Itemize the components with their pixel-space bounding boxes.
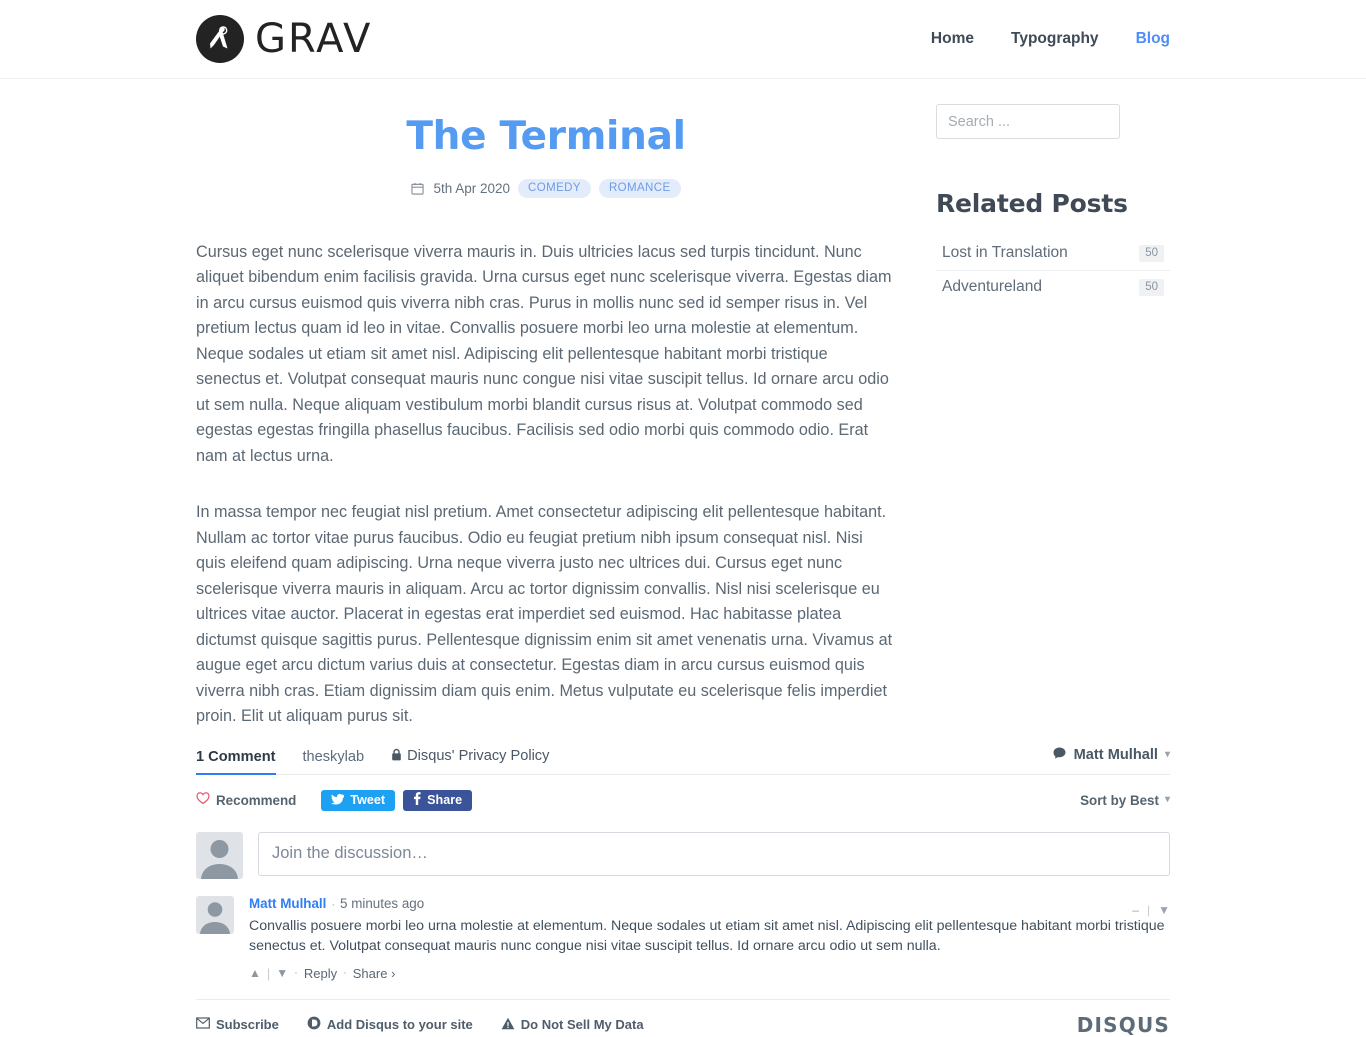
disqus-topbar: 1 Comment theskylab Disqus' Privacy Poli… [196,746,1170,775]
tweet-button[interactable]: Tweet [321,789,396,811]
disqus-footer-links: Subscribe Add Disqus to your site Do Not… [196,1016,644,1033]
brand-wordmark: GRAV [255,16,373,62]
disqus-action-bar: Recommend Tweet Share Sort by Best ▾ [196,789,1170,811]
post-paragraph: Cursus eget nunc scelerisque viverra mau… [196,242,892,465]
sort-dropdown[interactable]: Sort by Best ▾ [1080,793,1170,808]
related-post-count: 50 [1139,244,1164,262]
search-input[interactable] [936,104,1120,139]
related-post-link[interactable]: Lost in Translation [942,244,1068,262]
related-posts-heading: Related Posts [936,189,1128,218]
page-layout: The Terminal 5th Apr 2020 COMEDY ROMANCE… [0,79,1366,730]
lock-icon [391,748,402,765]
comment-reply-button[interactable]: Reply [304,966,337,981]
nav-item-home[interactable]: Home [931,30,974,48]
chevron-up-icon[interactable]: ▲ [249,966,261,980]
page-title: The Terminal [406,114,686,159]
site-header: GRAV Home Typography Blog [0,0,1366,79]
comment-author[interactable]: Matt Mulhall [249,896,326,911]
chevron-down-icon: ▾ [1164,749,1170,761]
comment-separator: · [343,967,347,980]
comment-share-button[interactable]: Share › [353,966,396,981]
subscribe-label: Subscribe [216,1017,279,1033]
disqus-logo: DISQUS [1076,1012,1170,1037]
disqus-privacy-policy-link[interactable]: Disqus' Privacy Policy [391,748,549,765]
post-meta: 5th Apr 2020 COMEDY ROMANCE [196,178,896,198]
post-date: 5th Apr 2020 [433,180,511,196]
comment-separator: · [331,898,336,911]
related-post-link[interactable]: Adventureland [942,278,1042,296]
minus-icon[interactable]: – [1132,903,1139,917]
recommend-button[interactable]: Recommend [196,792,296,808]
comment-text: Convallis posuere morbi leo urna molesti… [249,917,1165,955]
disqus-current-user[interactable]: Matt Mulhall ▾ [1052,746,1170,765]
disqus-footer: Subscribe Add Disqus to your site Do Not… [196,998,1170,1037]
disqus-share-buttons: Tweet Share [321,789,473,811]
tool-divider: | [266,965,271,981]
facebook-share-label: Share [427,793,463,808]
do-not-sell-button[interactable]: Do Not Sell My Data [501,1017,644,1033]
sort-label: Sort by Best [1080,792,1159,808]
comment-input[interactable] [258,831,1170,876]
facebook-f-icon [413,792,421,808]
comment-bubble-icon [1052,746,1067,765]
list-item[interactable]: Lost in Translation 50 [936,237,1170,271]
calendar-icon [411,182,425,195]
tweet-label: Tweet [350,793,386,808]
disqus-forum-name[interactable]: theskylab [302,749,364,765]
disqus-d-icon [307,1016,321,1033]
grav-compass-logo-icon [196,15,244,63]
add-disqus-button[interactable]: Add Disqus to your site [307,1016,473,1033]
comment-timestamp[interactable]: 5 minutes ago [340,896,424,911]
tab-comment-count[interactable]: 1 Comment [196,749,275,765]
facebook-share-button[interactable]: Share [403,789,473,811]
comment-header: Matt Mulhall · 5 minutes ago [249,896,1170,911]
twitter-bird-icon [331,793,345,808]
tool-divider: | [1146,902,1151,917]
related-post-count: 50 [1139,278,1164,296]
comment-separator: · [294,967,298,980]
disqus-action-left: Recommend Tweet Share [196,789,473,811]
disqus-thread: 1 Comment theskylab Disqus' Privacy Poli… [196,730,1170,1037]
disqus-privacy-policy-label: Disqus' Privacy Policy [407,748,550,765]
warning-triangle-icon [501,1017,515,1033]
post-paragraph: In massa tempor nec feugiat nisl pretium… [196,503,893,726]
sidebar: Related Posts Lost in Translation 50 Adv… [936,79,1170,730]
related-posts-list: Lost in Translation 50 Adventureland 50 [936,237,1170,304]
post-tag-romance[interactable]: ROMANCE [598,178,681,198]
comment-tools: ▲ | ▼ · Reply · Share › [249,966,1170,981]
disqus-user-name: Matt Mulhall [1073,747,1158,764]
comment-body: Matt Mulhall · 5 minutes ago Convallis p… [249,896,1170,981]
chevron-down-icon[interactable]: ▼ [276,966,288,980]
chevron-down-icon: ▾ [1164,794,1170,806]
comment-compose-row [196,831,1170,879]
envelope-icon [196,1017,210,1032]
post-body: Cursus eget nunc scelerisque viverra mau… [196,240,896,730]
post-tag-comedy[interactable]: COMEDY [518,178,591,198]
list-item[interactable]: Adventureland 50 [936,271,1170,304]
main-nav: Home Typography Blog [931,30,1170,48]
caret-down-icon[interactable]: ▼ [1158,903,1170,917]
add-disqus-label: Add Disqus to your site [326,1017,473,1033]
heart-outline-icon [196,792,210,808]
comment-right-controls: – | ▼ [1132,903,1170,917]
user-avatar-placeholder-icon [196,831,243,879]
nav-item-blog[interactable]: Blog [1136,30,1170,48]
comment-item: Matt Mulhall · 5 minutes ago Convallis p… [196,895,1170,981]
user-avatar-placeholder-icon [196,895,234,934]
subscribe-button[interactable]: Subscribe [196,1017,279,1032]
do-not-sell-label: Do Not Sell My Data [520,1017,644,1033]
disqus-tabs: 1 Comment theskylab Disqus' Privacy Poli… [196,748,549,765]
brand-logo[interactable]: GRAV [196,15,372,63]
article: The Terminal 5th Apr 2020 COMEDY ROMANCE… [196,79,896,730]
nav-item-typography[interactable]: Typography [1011,30,1099,48]
recommend-label: Recommend [216,792,297,808]
